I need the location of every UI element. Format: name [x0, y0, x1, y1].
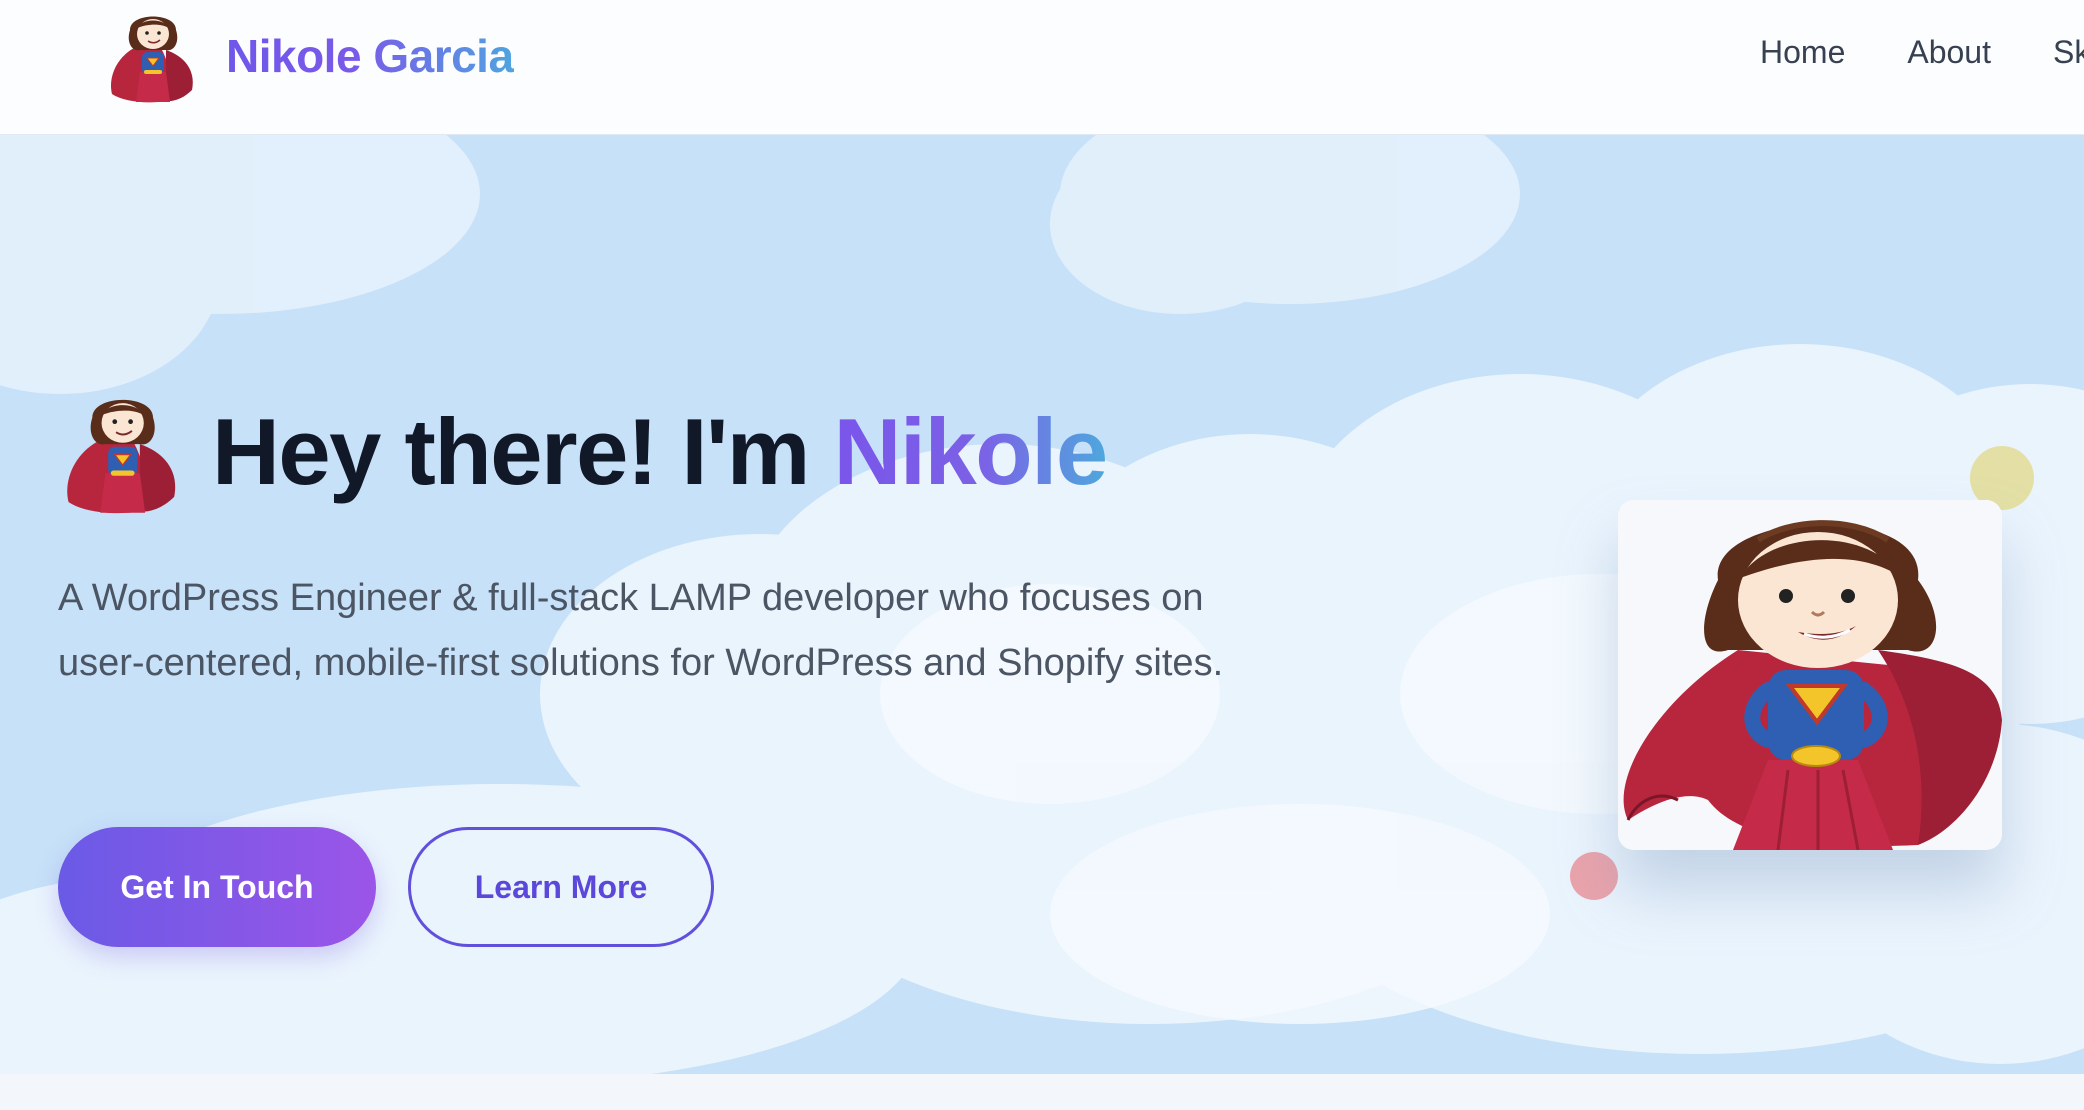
- hero-description: A WordPress Engineer & full-stack LAMP d…: [58, 577, 1224, 684]
- superhero-mascot-icon: [58, 386, 190, 518]
- site-header: Nikole Garcia Home About Sk: [0, 0, 2084, 135]
- get-in-touch-button[interactable]: Get In Touch: [58, 827, 376, 947]
- next-section-edge: [0, 1074, 2084, 1110]
- nav-link-skills[interactable]: Sk: [2053, 34, 2084, 71]
- hero-section: Hey there! I'm Nikole A WordPress Engine…: [0, 134, 2084, 1074]
- superhero-mascot-icon: [104, 6, 204, 106]
- brand-name: Nikole Garcia: [226, 30, 514, 82]
- nav-link-about[interactable]: About: [1907, 34, 1991, 71]
- hero-portrait-card: [1618, 500, 2002, 850]
- main-nav: Home About Sk: [1760, 34, 2084, 71]
- nav-link-home[interactable]: Home: [1760, 34, 1845, 71]
- title-prefix: Hey there! I'm: [212, 399, 834, 504]
- title-name: Nikole: [833, 399, 1109, 504]
- decorative-dot-pink: [1570, 852, 1618, 900]
- page-title: Hey there! I'm Nikole: [212, 398, 1109, 506]
- home-logo-link[interactable]: Nikole Garcia: [104, 6, 514, 106]
- learn-more-button[interactable]: Learn More: [408, 827, 714, 947]
- superhero-portrait-image: [1618, 500, 2002, 850]
- hero-heading: Hey there! I'm Nikole: [58, 382, 1109, 522]
